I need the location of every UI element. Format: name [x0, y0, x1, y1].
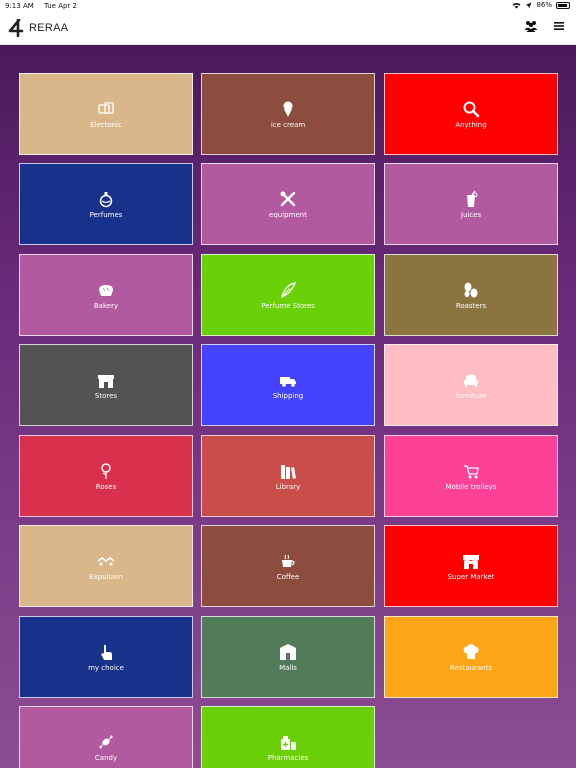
pharmacy-icon: [281, 735, 296, 750]
category-label: Roasters: [455, 301, 487, 310]
category-tile[interactable]: Roses: [19, 435, 193, 517]
perfume-bottle-icon: [99, 191, 113, 207]
category-tile[interactable]: Mobile trolleys: [384, 435, 558, 517]
status-bar: 9:13 AM Tue Apr 2 86%: [0, 0, 576, 12]
shop-icon: [463, 554, 479, 569]
tools-icon: [280, 191, 296, 206]
category-label: Stores: [94, 391, 118, 400]
electronics-icon: [98, 101, 114, 114]
category-tile[interactable]: Bakery: [19, 254, 193, 336]
category-label: furniture: [455, 391, 487, 400]
category-label: Shipping: [272, 391, 304, 400]
category-label: Bakery: [93, 301, 119, 310]
coffee-beans-icon: [464, 282, 478, 297]
category-tile[interactable]: ice cream: [201, 73, 375, 155]
app-header: RERAA: [0, 12, 576, 45]
truck-icon: [280, 376, 296, 387]
category-tile[interactable]: Malls: [201, 616, 375, 698]
category-label: Library: [275, 482, 301, 491]
category-label: Electonic: [90, 120, 122, 129]
chef-hat-icon: [463, 643, 479, 659]
category-label: Restaurants: [450, 663, 492, 672]
mall-icon: [280, 643, 296, 660]
status-date: Tue Apr 2: [44, 2, 77, 10]
category-label: Roses: [95, 482, 117, 491]
moving-icon: [97, 556, 115, 565]
category-label: Expulsion: [89, 572, 123, 581]
rose-icon: [101, 462, 111, 479]
ice-cream-icon: [283, 101, 293, 117]
menu-icon[interactable]: [552, 19, 566, 33]
category-tile[interactable]: Coffee: [201, 525, 375, 607]
category-label: Anything: [455, 120, 487, 129]
category-label: Pharmacies: [267, 753, 309, 762]
category-tile[interactable]: Stores: [19, 344, 193, 426]
coffee-cup-icon: [282, 554, 295, 567]
app-name: RERAA: [29, 22, 69, 34]
category-label: Candy: [94, 753, 118, 762]
category-label: my choice: [88, 663, 124, 672]
armchair-icon: [464, 374, 478, 387]
users-icon[interactable]: [524, 19, 538, 33]
category-tile[interactable]: Roasters: [384, 254, 558, 336]
category-label: Juices: [460, 210, 482, 219]
category-tile[interactable]: Juices: [384, 163, 558, 245]
category-label: Perfume Stores: [261, 301, 315, 310]
books-icon: [281, 464, 296, 479]
juice-icon: [467, 190, 478, 207]
category-tile[interactable]: Super Market: [384, 525, 558, 607]
category-tile[interactable]: Expulsion: [19, 525, 193, 607]
food-cart-icon: [464, 464, 479, 478]
category-tile[interactable]: Candy: [19, 706, 193, 768]
category-tile[interactable]: Restaurants: [384, 616, 558, 698]
category-label: Perfumes: [89, 210, 123, 219]
category-tile[interactable]: Electonic: [19, 73, 193, 155]
logo-icon: [8, 19, 24, 37]
category-label: ice cream: [270, 120, 306, 129]
category-tile[interactable]: furniture: [384, 344, 558, 426]
bread-icon: [99, 284, 113, 296]
battery-icon: [556, 1, 570, 9]
category-tile[interactable]: Library: [201, 435, 375, 517]
category-tile[interactable]: Shipping: [201, 344, 375, 426]
candy-icon: [99, 734, 113, 749]
store-icon: [98, 374, 114, 388]
status-time: 9:13 AM: [5, 2, 34, 10]
category-label: Coffee: [276, 572, 300, 581]
category-label: Malls: [279, 663, 297, 672]
category-label: Mobile trolleys: [445, 482, 497, 491]
category-tile[interactable]: Perfumes: [19, 163, 193, 245]
battery-percentage: 86%: [536, 1, 552, 9]
wifi-icon: [512, 2, 521, 9]
feather-icon: [281, 281, 297, 298]
category-tile[interactable]: my choice: [19, 616, 193, 698]
hand-pointer-icon: [101, 644, 112, 660]
category-tile[interactable]: Anything: [384, 73, 558, 155]
search-icon: [463, 101, 480, 117]
category-tile[interactable]: Perfume Stores: [201, 254, 375, 336]
category-grid: Electonic ice cream Anything Perfumes equipm…: [0, 45, 576, 768]
category-label: Super Market: [447, 572, 495, 581]
category-tile[interactable]: equipment: [201, 163, 375, 245]
location-arrow-icon: [525, 2, 532, 8]
category-tile[interactable]: Pharmacies: [201, 706, 375, 768]
category-label: equipment: [269, 210, 307, 219]
app-logo[interactable]: RERAA: [8, 19, 68, 37]
